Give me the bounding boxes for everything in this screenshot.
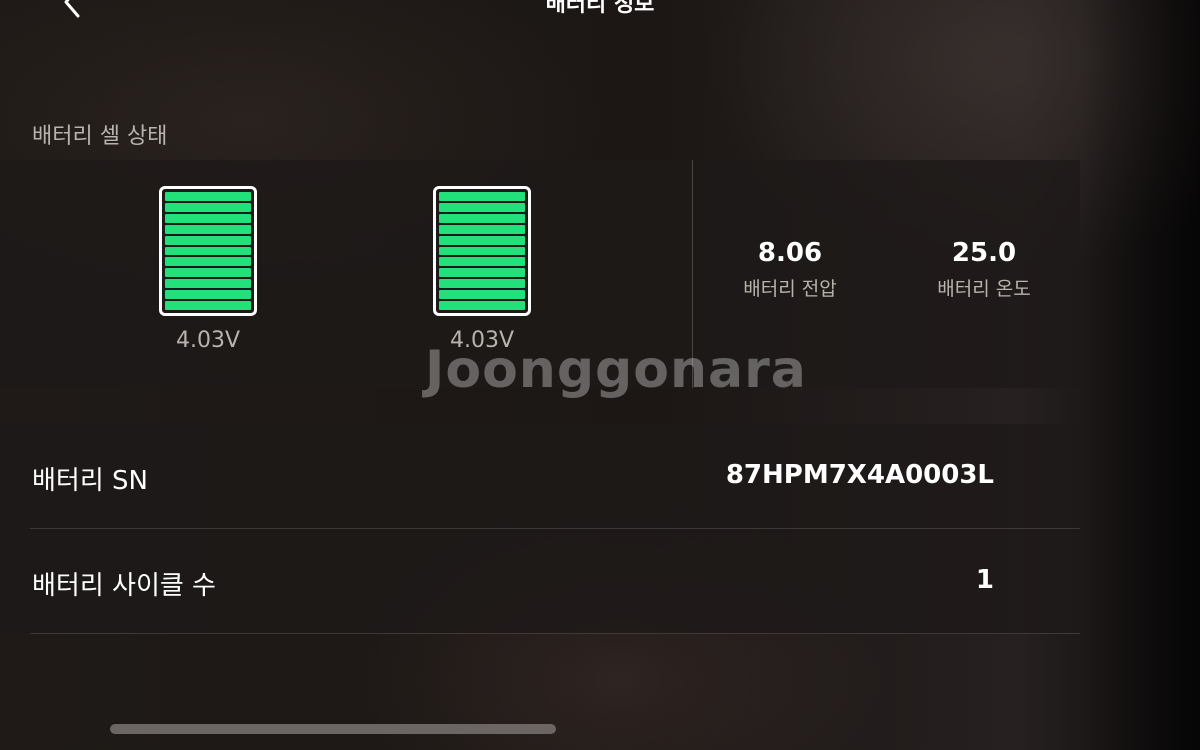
battery-temperature-value: 25.0	[951, 238, 1017, 268]
info-row-cycles: 배터리 사이클 수 1	[30, 529, 1080, 634]
info-row-value: 87HPM7X4A0003L	[725, 460, 994, 490]
battery-temperature-stat: 25.0 배터리 온도	[894, 238, 1074, 301]
watermark-logo: Joonggonara	[425, 340, 807, 400]
info-row-serial: 배터리 SN 87HPM7X4A0003L	[30, 424, 1080, 529]
battery-temperature-label: 배터리 온도	[937, 278, 1031, 300]
background-shadow	[1080, 0, 1200, 750]
cell-voltage: 4.03V	[175, 328, 241, 353]
battery-cell-1: 4.03V	[159, 186, 257, 353]
battery-voltage-stat: 8.06 배터리 전압	[700, 238, 880, 301]
battery-voltage-value: 8.06	[757, 238, 823, 268]
section-label-cells: 배터리 셀 상태	[32, 124, 168, 149]
info-row-value: 1	[975, 565, 994, 595]
battery-voltage-label: 배터리 전압	[743, 278, 837, 300]
battery-cell-icon	[433, 186, 531, 316]
info-row-key: 배터리 SN	[32, 466, 148, 496]
horizontal-scrollbar[interactable]	[110, 724, 556, 734]
battery-cell-2: 4.03V	[433, 186, 531, 353]
page-title: 배터리 정보	[545, 0, 655, 17]
battery-info-screen: 배터리 정보 배터리 셀 상태 4.03V 4.03V 8.06 배터리 전압	[0, 0, 1200, 750]
battery-info-card: 배터리 SN 87HPM7X4A0003L 배터리 사이클 수 1	[0, 424, 1080, 634]
battery-cell-icon	[159, 186, 257, 316]
info-row-key: 배터리 사이클 수	[32, 571, 216, 601]
